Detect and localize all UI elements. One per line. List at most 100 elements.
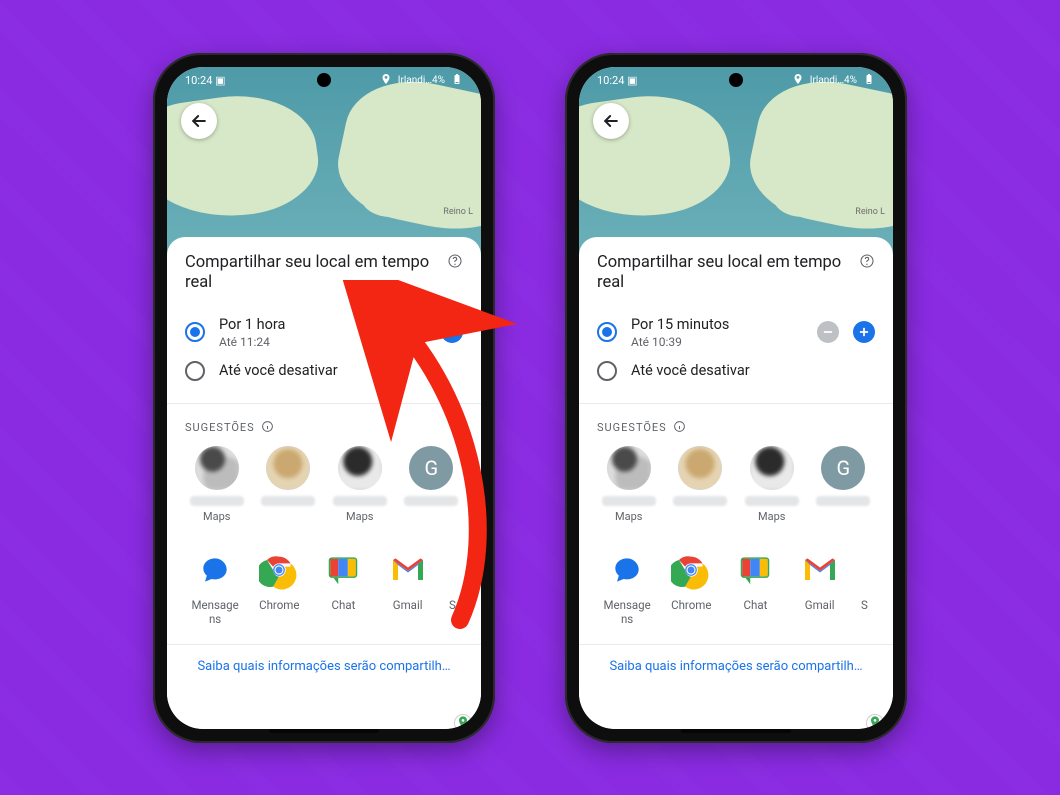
map-background[interactable]: Reino L xyxy=(579,67,893,255)
info-icon[interactable] xyxy=(673,420,686,436)
chat-icon xyxy=(734,549,776,591)
statusbar-right-text: Irlandi…4% xyxy=(398,75,445,86)
phone-left: 10:24 ▣ Irlandi…4% Reino L xyxy=(153,53,495,743)
phone-right: 10:24 ▣ Irlandi…4% Reino L xyxy=(565,53,907,743)
suggestion-contact[interactable] xyxy=(257,446,321,523)
minus-button-disabled xyxy=(817,321,839,343)
sheet-title: Compartilhar seu local em tempo real xyxy=(185,253,439,294)
avatar xyxy=(678,446,722,490)
duration-label: Por 15 minutos xyxy=(631,316,803,333)
map-background[interactable]: Reino L xyxy=(167,67,481,255)
app-label: Chat xyxy=(313,599,373,613)
statusbar-time: 10:24 xyxy=(185,74,212,87)
chrome-icon xyxy=(670,549,712,591)
suggestion-contact[interactable]: Maps xyxy=(185,446,249,523)
gmail-icon xyxy=(387,549,429,591)
back-button[interactable] xyxy=(593,103,629,139)
option-until-off[interactable]: Até você desativar xyxy=(185,355,463,387)
avatar-initial: G xyxy=(409,446,453,490)
app-gmail[interactable]: Gmail xyxy=(790,549,850,627)
app-label: S xyxy=(442,599,463,613)
until-off-label: Até você desativar xyxy=(631,362,875,379)
avatar xyxy=(195,446,239,490)
help-icon[interactable] xyxy=(447,253,463,269)
back-button[interactable] xyxy=(181,103,217,139)
option-duration[interactable]: Por 15 minutos Até 10:39 xyxy=(597,310,875,355)
chrome-icon xyxy=(258,549,300,591)
plus-button[interactable] xyxy=(853,321,875,343)
app-label: Chrome xyxy=(661,599,721,613)
avatar xyxy=(750,446,794,490)
app-label: Gmail xyxy=(790,599,850,613)
app-cutoff-icon xyxy=(854,549,874,591)
suggestion-contact[interactable] xyxy=(669,446,733,523)
duration-until: Até 10:39 xyxy=(631,335,803,349)
app-gmail[interactable]: Gmail xyxy=(378,549,438,627)
map-label-reino: Reino L xyxy=(855,207,885,217)
until-off-label: Até você desativar xyxy=(219,362,463,379)
suggestion-app-label: Maps xyxy=(597,510,661,523)
app-mensagens[interactable]: Mensage ns xyxy=(597,549,657,627)
minus-button[interactable] xyxy=(405,321,427,343)
gmail-icon xyxy=(799,549,841,591)
avatar-initial: G xyxy=(821,446,865,490)
camera-notch xyxy=(729,73,743,87)
share-sheet: Compartilhar seu local em tempo real Por… xyxy=(579,237,893,729)
suggestion-contact[interactable]: Maps xyxy=(328,446,392,523)
radio-duration[interactable] xyxy=(185,322,205,342)
statusbar-time: 10:24 xyxy=(597,74,624,87)
map-label-reino: Reino L xyxy=(443,207,473,217)
app-cutoff[interactable]: S xyxy=(854,549,875,627)
phone-screen: 10:24 ▣ Irlandi…4% Reino L xyxy=(167,67,481,729)
radio-duration[interactable] xyxy=(597,322,617,342)
sheet-title: Compartilhar seu local em tempo real xyxy=(597,253,851,294)
battery-icon xyxy=(863,73,875,88)
app-chat[interactable]: Chat xyxy=(313,549,373,627)
suggestion-contact[interactable]: G xyxy=(812,446,876,523)
suggestions-heading: SUGESTÕES xyxy=(185,420,463,436)
suggestion-app-label: Maps xyxy=(185,510,249,523)
radio-until-off[interactable] xyxy=(185,361,205,381)
app-label: S xyxy=(854,599,875,613)
app-chrome[interactable]: Chrome xyxy=(661,549,721,627)
app-label: Mensage ns xyxy=(185,599,245,627)
share-sheet: Compartilhar seu local em tempo real Por… xyxy=(167,237,481,729)
divider xyxy=(167,403,481,404)
app-label: Gmail xyxy=(378,599,438,613)
suggestions-heading: SUGESTÕES xyxy=(597,420,875,436)
info-icon[interactable] xyxy=(261,420,274,436)
suggestion-app-label: Maps xyxy=(328,510,392,523)
suggestion-contact[interactable]: G xyxy=(400,446,464,523)
radio-until-off[interactable] xyxy=(597,361,617,381)
suggestions-row: Maps Maps xyxy=(185,446,463,523)
plus-button[interactable] xyxy=(441,321,463,343)
footer-learn-more-link[interactable]: Saiba quais informações serão compartilh… xyxy=(579,644,893,690)
footer-learn-more-link[interactable]: Saiba quais informações serão compartilh… xyxy=(167,644,481,690)
app-mensagens[interactable]: Mensage ns xyxy=(185,549,245,627)
share-apps-row: Mensage ns Chrome xyxy=(185,549,463,631)
app-label: Mensage ns xyxy=(597,599,657,627)
app-chat[interactable]: Chat xyxy=(725,549,785,627)
statusbar-indicator-icon: ▣ xyxy=(215,74,225,87)
app-chrome[interactable]: Chrome xyxy=(249,549,309,627)
suggestion-contact[interactable]: Maps xyxy=(597,446,661,523)
battery-icon xyxy=(451,73,463,88)
divider xyxy=(579,403,893,404)
help-icon[interactable] xyxy=(859,253,875,269)
messages-icon xyxy=(606,549,648,591)
suggestion-contact[interactable]: Maps xyxy=(740,446,804,523)
suggestion-app-label: Maps xyxy=(740,510,804,523)
duration-label: Por 1 hora xyxy=(219,316,391,333)
avatar xyxy=(607,446,651,490)
camera-notch xyxy=(317,73,331,87)
location-icon xyxy=(380,73,392,88)
option-until-off[interactable]: Até você desativar xyxy=(597,355,875,387)
app-label: Chat xyxy=(725,599,785,613)
phone-screen: 10:24 ▣ Irlandi…4% Reino L xyxy=(579,67,893,729)
app-label: Chrome xyxy=(249,599,309,613)
app-cutoff[interactable]: S xyxy=(442,549,463,627)
avatar xyxy=(266,446,310,490)
suggestions-row: Maps Maps xyxy=(597,446,875,523)
option-duration[interactable]: Por 1 hora Até 11:24 xyxy=(185,310,463,355)
avatar xyxy=(338,446,382,490)
